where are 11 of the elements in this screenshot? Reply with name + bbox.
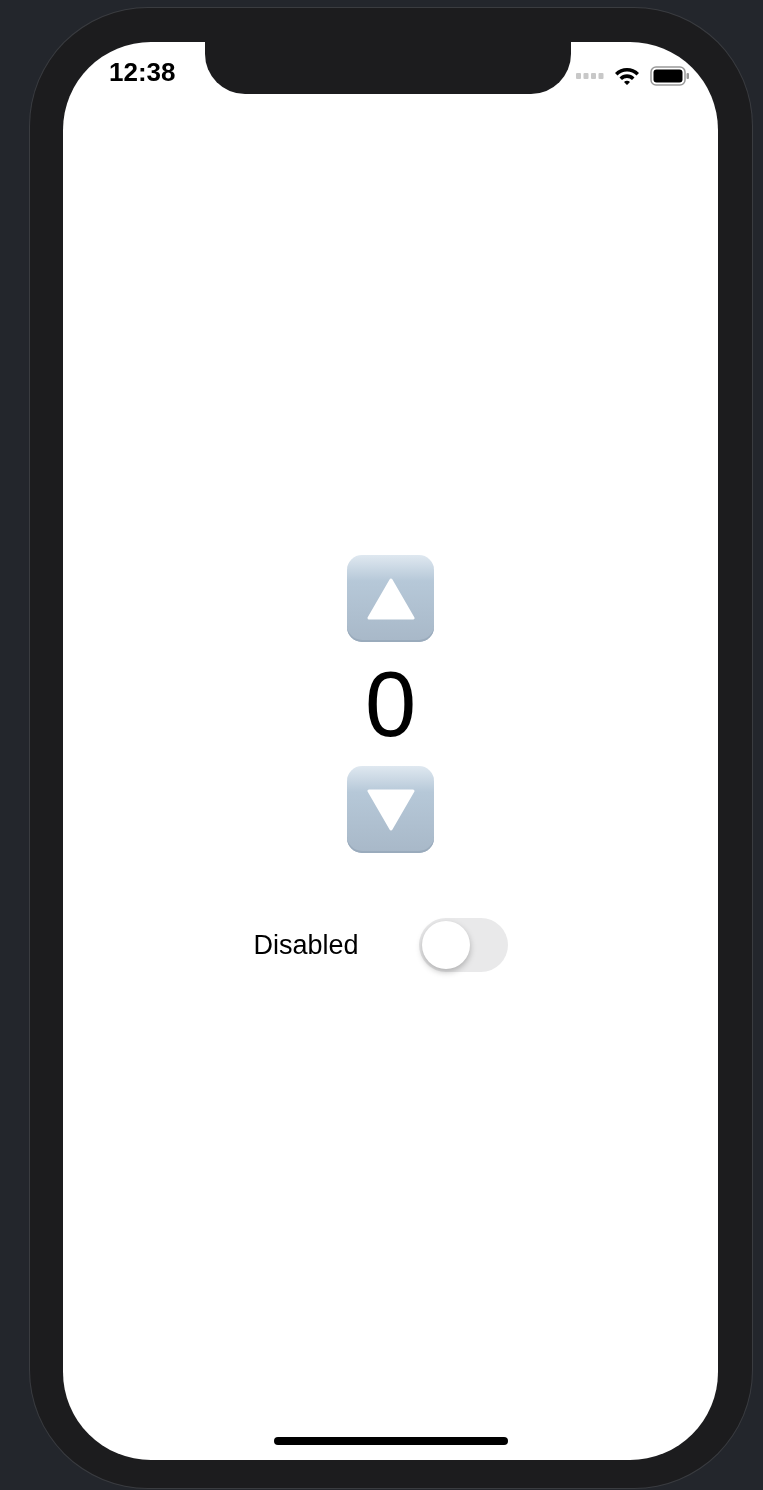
decrement-button[interactable] bbox=[347, 766, 434, 853]
wifi-icon bbox=[614, 66, 640, 86]
counter-value: 0 bbox=[364, 652, 417, 757]
down-triangle-icon bbox=[366, 788, 415, 831]
toggle-label: Disabled bbox=[253, 929, 359, 961]
battery-icon bbox=[650, 66, 690, 86]
up-triangle-icon bbox=[366, 577, 415, 620]
increment-button[interactable] bbox=[347, 555, 434, 642]
signal-icon bbox=[576, 72, 604, 80]
toggle-switch[interactable] bbox=[418, 918, 508, 972]
status-time: 12:38 bbox=[109, 56, 176, 88]
